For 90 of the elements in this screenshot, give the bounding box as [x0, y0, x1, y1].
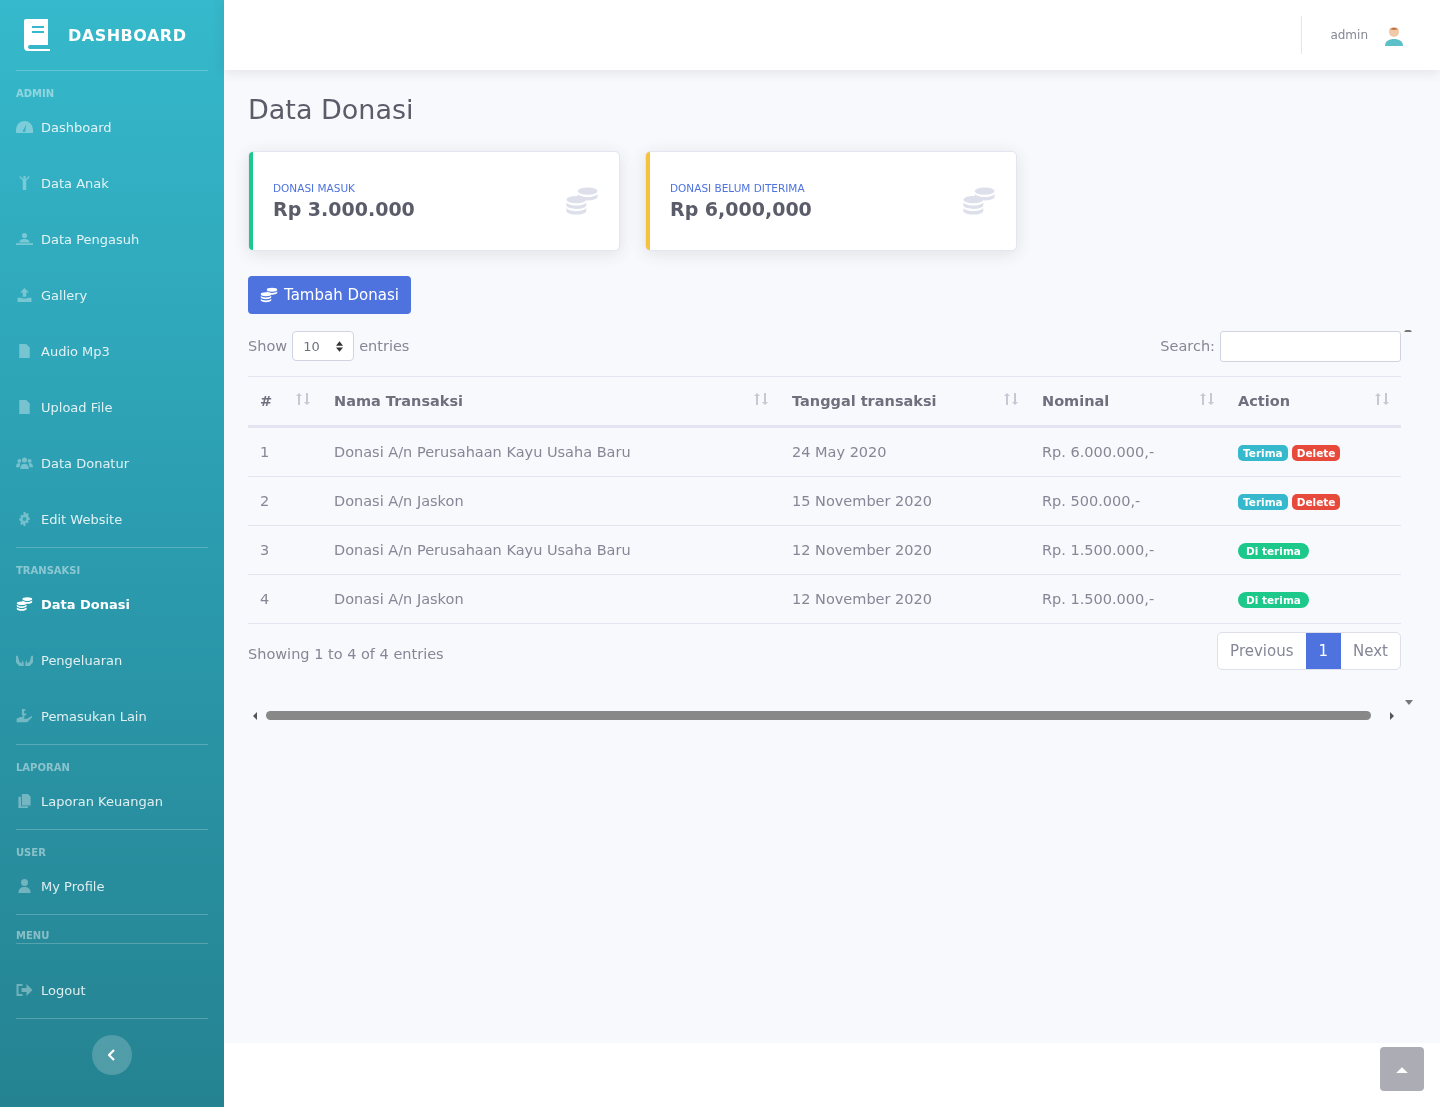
sort-icon	[296, 393, 310, 405]
coins-icon	[16, 597, 33, 611]
sidebar-toggle-button[interactable]	[92, 1035, 132, 1075]
delete-button[interactable]: Delete	[1291, 444, 1341, 461]
column-header[interactable]: Action	[1238, 393, 1290, 409]
sort-icon	[1200, 393, 1214, 405]
page-link[interactable]: Previous	[1218, 633, 1306, 669]
table-cell: 4	[260, 591, 270, 607]
word-file-icon	[16, 400, 33, 414]
accept-button[interactable]: Terima	[1238, 493, 1288, 510]
table-cell: 12 November 2020	[792, 591, 932, 607]
sign-out-icon	[16, 983, 33, 997]
caret-up-icon	[1396, 1065, 1408, 1073]
scroll-to-top-button[interactable]	[1380, 1047, 1424, 1091]
page-link[interactable]: Next	[1341, 633, 1400, 669]
coins-icon	[962, 185, 996, 217]
user-icon	[16, 879, 33, 893]
section-heading: USER	[16, 846, 47, 860]
copy-icon	[16, 794, 33, 808]
sidebar-item[interactable]: Pemasukan Lain	[16, 688, 208, 744]
hand-money-icon	[16, 709, 33, 723]
coins-icon	[260, 287, 278, 303]
add-donation-button[interactable]: Tambah Donasi	[248, 276, 411, 314]
sidebar-item[interactable]: Edit Website	[16, 491, 208, 547]
page-link[interactable]: 1	[1305, 633, 1342, 669]
book-icon	[24, 19, 52, 51]
section-heading: TRANSAKSI	[16, 564, 82, 578]
table-cell: Rp. 1.500.000,-	[1042, 591, 1155, 607]
table-cell: Donasi A/n Perusahaan Kayu Usaha Baru	[334, 444, 631, 460]
user-name[interactable]: admin	[1330, 28, 1368, 42]
sort-caret-icon	[336, 340, 344, 352]
sidebar-item[interactable]: Laporan Keuangan	[16, 781, 208, 821]
sidebar-item[interactable]: Data Donatur	[16, 435, 208, 491]
sidebar-item[interactable]: Data Pengasuh	[16, 211, 208, 267]
chevron-left-icon	[108, 1049, 116, 1061]
audio-file-icon	[16, 344, 33, 358]
column-header[interactable]: Tanggal transaksi	[792, 393, 937, 409]
table-cell: 12 November 2020	[792, 542, 932, 558]
table-cell: Donasi A/n Jaskon	[334, 493, 464, 509]
sidebar-item[interactable]: My Profile	[16, 866, 208, 906]
person-desk-icon	[16, 232, 33, 246]
brand-title[interactable]: DASHBOARD	[68, 25, 187, 45]
search-field[interactable]	[1220, 330, 1401, 362]
table-cell: 1	[260, 444, 270, 460]
table-cell: Rp. 1.500.000,-	[1042, 542, 1155, 558]
upload-icon	[16, 288, 33, 302]
hands-icon	[16, 653, 33, 667]
show-label: Show	[248, 338, 288, 354]
sidebar-item[interactable]: Upload File	[16, 379, 208, 435]
sidebar-item[interactable]: Pengeluaran	[16, 632, 208, 688]
search-label: Search:	[1160, 338, 1215, 354]
card-label: DONASI BELUM DITERIMA	[670, 182, 806, 194]
sort-icon	[1375, 393, 1389, 405]
sort-icon	[1004, 393, 1018, 405]
accept-button[interactable]: Terima	[1238, 444, 1288, 461]
status-badge: Di terima	[1238, 591, 1309, 608]
card-label: DONASI MASUK	[273, 182, 356, 194]
gauge-icon	[16, 120, 33, 134]
sidebar-item[interactable]: Gallery	[16, 267, 208, 323]
sort-icon	[754, 393, 768, 405]
table-cell: 15 November 2020	[792, 493, 932, 509]
section-heading: ADMIN	[16, 87, 56, 101]
table-cell: 2	[260, 493, 270, 509]
table-info: Showing 1 to 4 of 4 entries	[248, 645, 444, 662]
table-cell: 24 May 2020	[792, 444, 887, 460]
page-title: Data Donasi	[248, 94, 415, 125]
section-heading: LAPORAN	[16, 761, 71, 775]
sidebar-item[interactable]: Audio Mp3	[16, 323, 208, 379]
entries-label: entries	[359, 338, 410, 354]
status-badge: Di terima	[1238, 542, 1309, 559]
delete-button[interactable]: Delete	[1291, 493, 1341, 510]
table-cell: Donasi A/n Jaskon	[334, 591, 464, 607]
sidebar-item[interactable]: Data Anak	[16, 155, 208, 211]
table-cell: Donasi A/n Perusahaan Kayu Usaha Baru	[334, 542, 631, 558]
table-cell: Rp. 6.000.000,-	[1042, 444, 1155, 460]
column-header[interactable]: Nama Transaksi	[334, 393, 464, 409]
card-value: Rp 6,000,000	[670, 198, 813, 220]
gear-icon	[16, 512, 33, 526]
page-size-select[interactable]: 10	[292, 331, 355, 361]
coins-icon	[565, 185, 599, 217]
card-value: Rp 3.000.000	[273, 198, 416, 220]
column-header[interactable]: Nominal	[1042, 393, 1110, 409]
sidebar-item[interactable]: Data Donasi	[16, 584, 208, 624]
users-icon	[16, 456, 33, 470]
table-cell: Rp. 500.000,-	[1042, 493, 1141, 509]
column-header[interactable]: #	[260, 393, 273, 409]
sidebar-item[interactable]: Logout	[16, 962, 208, 1018]
section-heading: MENU	[16, 929, 51, 943]
table-cell: 3	[260, 542, 270, 558]
sidebar-item[interactable]: Dashboard	[16, 107, 208, 147]
